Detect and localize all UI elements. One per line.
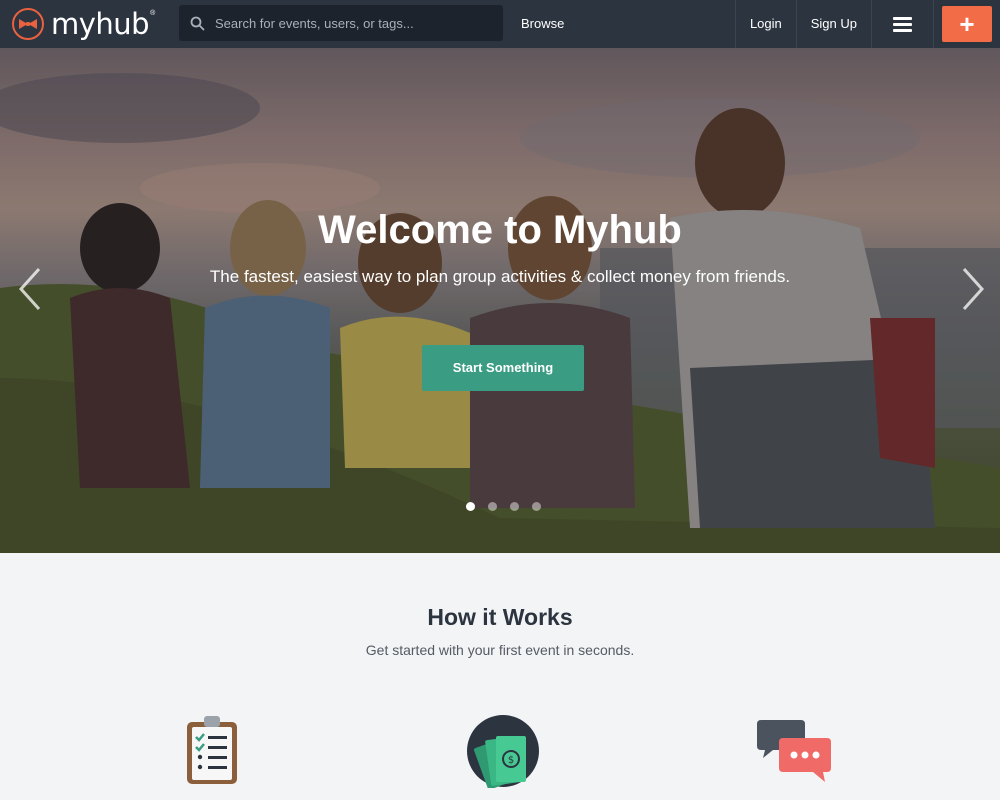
menu-button[interactable] <box>871 0 933 48</box>
carousel-dot[interactable] <box>532 502 541 511</box>
search-icon <box>179 5 215 41</box>
hero-subtitle: The fastest, easiest way to plan group a… <box>209 267 791 286</box>
bowtie-logo-icon <box>12 8 44 40</box>
nav-right-group: Login Sign Up + <box>734 0 1000 48</box>
money-bills-icon: $ <box>466 714 540 793</box>
clipboard-checklist-icon <box>185 712 241 793</box>
create-button-wrap: + <box>933 0 1000 48</box>
carousel-indicators <box>466 502 541 511</box>
how-it-works-title: How it Works <box>427 604 573 630</box>
brand-name: myhub <box>51 7 150 41</box>
signup-link[interactable]: Sign Up <box>795 0 871 48</box>
carousel-dot[interactable] <box>510 502 519 511</box>
search-input[interactable] <box>215 15 495 31</box>
start-something-button[interactable]: Start Something <box>422 345 584 391</box>
browse-link[interactable]: Browse <box>521 0 564 48</box>
hamburger-icon <box>893 16 912 32</box>
carousel-dot[interactable] <box>488 502 497 511</box>
chat-bubbles-icon <box>757 718 831 789</box>
search-bar <box>179 5 503 41</box>
how-it-works-subtitle: Get started with your first event in sec… <box>365 642 635 658</box>
top-navbar: myhub ® Browse Login Sign Up + <box>0 0 1000 48</box>
hero-carousel: Welcome to Myhub The fastest, easiest wa… <box>0 48 1000 553</box>
svg-text:$: $ <box>508 755 514 766</box>
login-link[interactable]: Login <box>734 0 796 48</box>
hero-dim-overlay <box>0 48 1000 553</box>
brand-logo[interactable]: myhub ® <box>12 8 155 40</box>
brand-registered-mark: ® <box>150 9 156 17</box>
create-event-button[interactable]: + <box>942 6 992 42</box>
carousel-dot[interactable] <box>466 502 475 511</box>
hero-title: Welcome to Myhub <box>318 208 682 252</box>
